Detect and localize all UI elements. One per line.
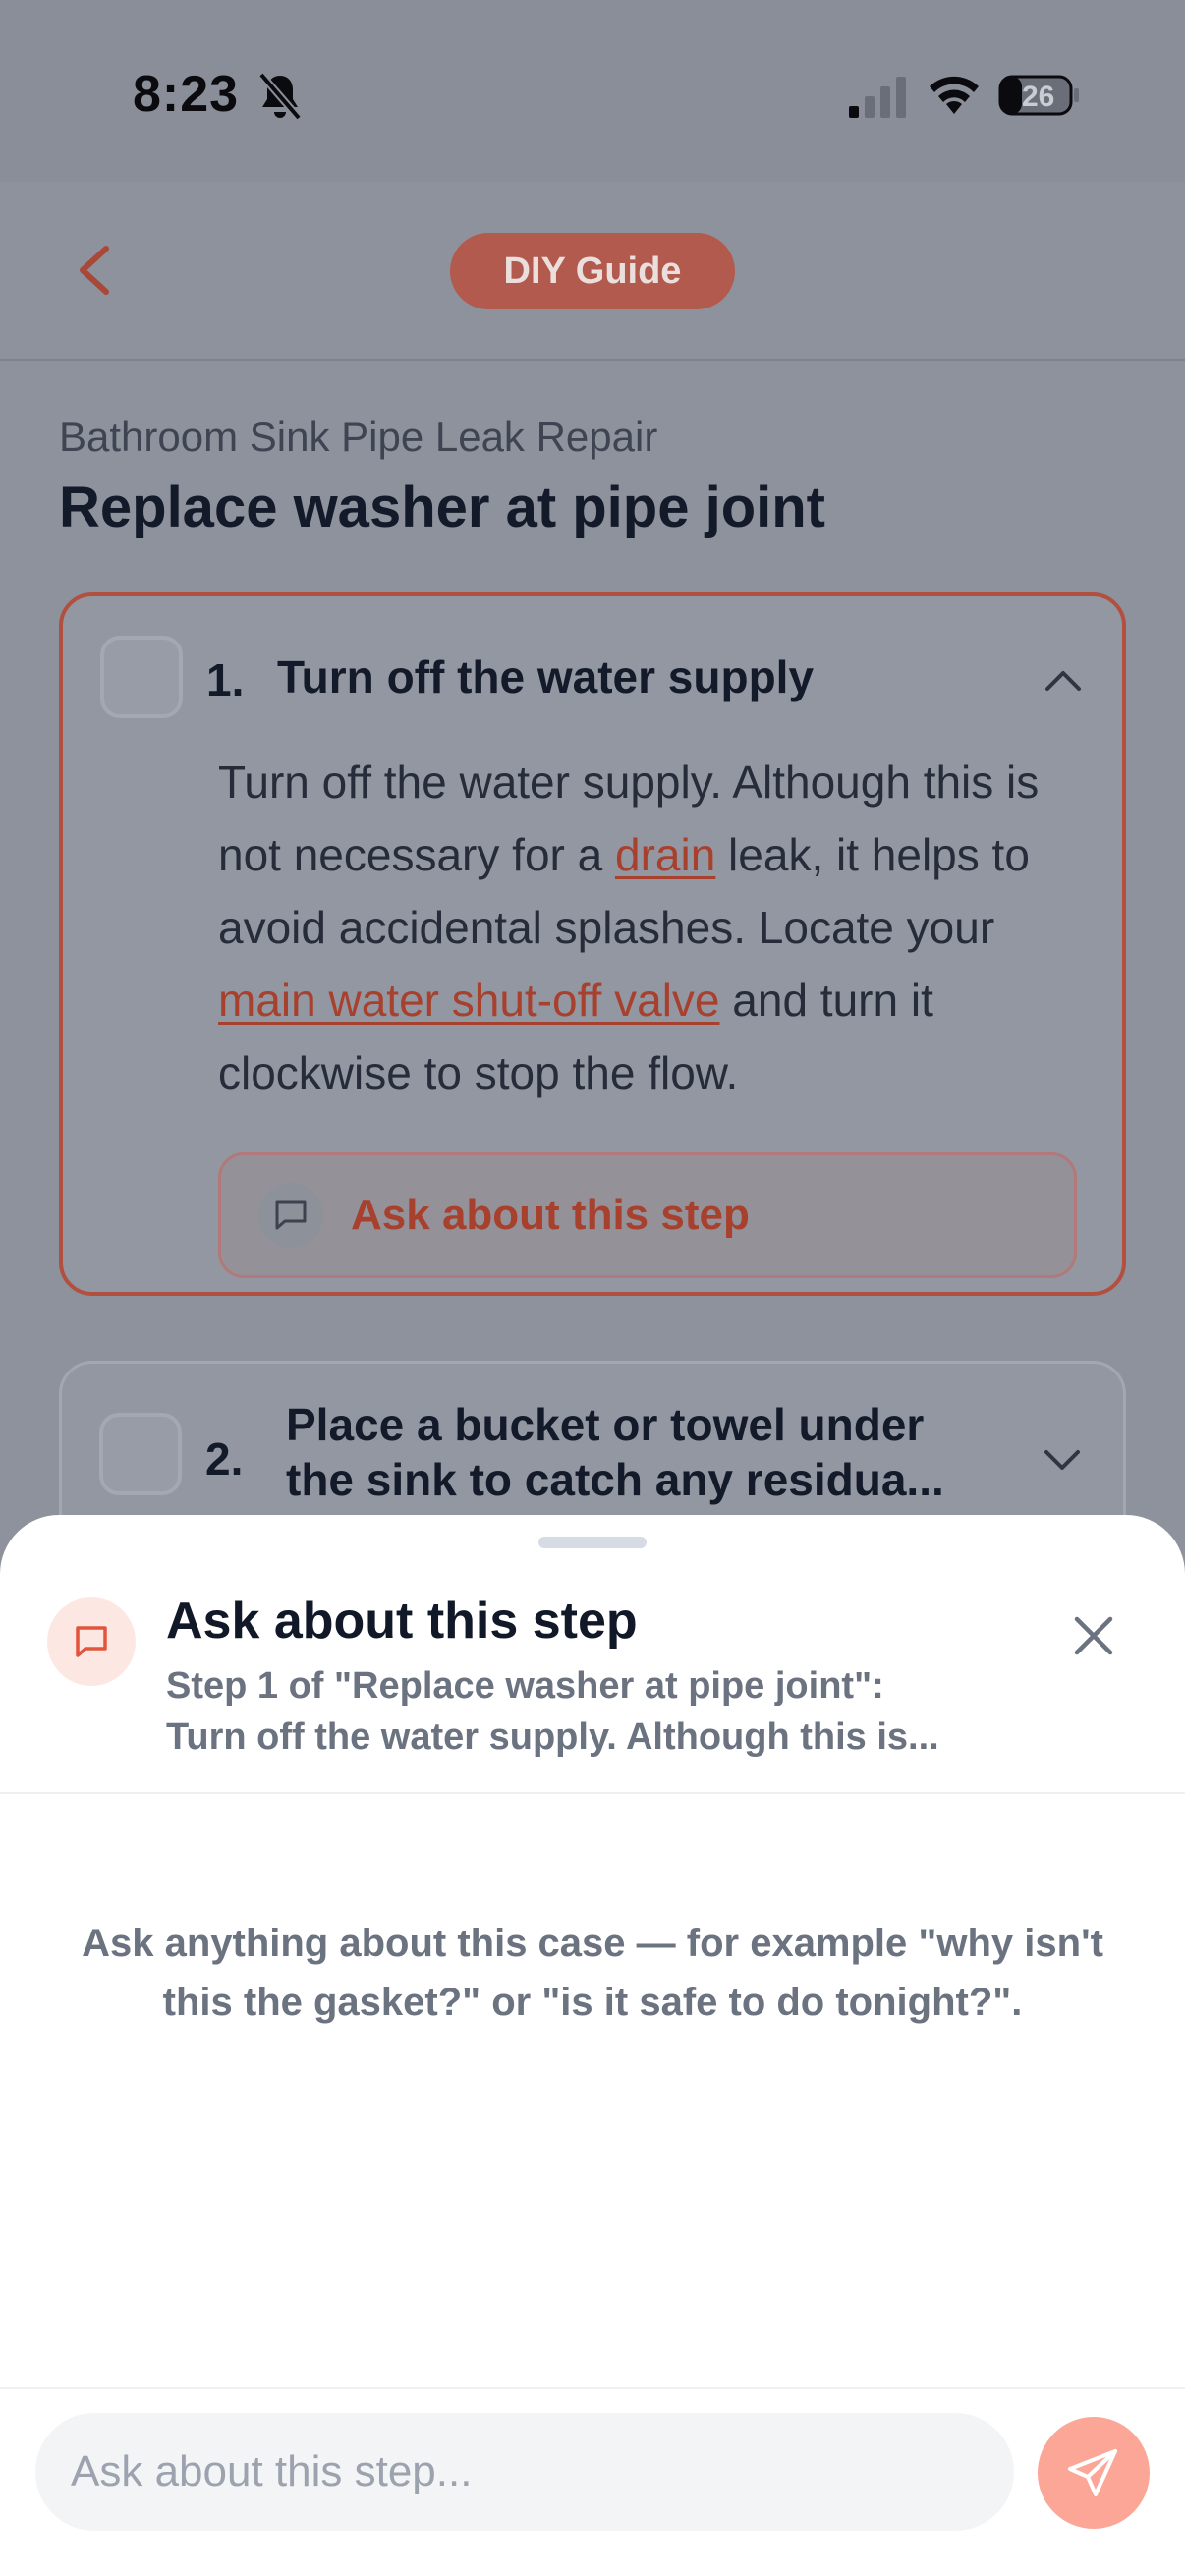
close-icon[interactable] xyxy=(1069,1611,1118,1660)
status-time: 8:23 xyxy=(133,66,240,123)
guide-name: Bathroom Sink Pipe Leak Repair xyxy=(59,414,658,460)
battery-indicator: 26 xyxy=(998,73,1081,118)
send-icon xyxy=(1068,2449,1117,2496)
wifi-icon xyxy=(930,76,979,114)
signal-icon xyxy=(849,77,906,118)
back-button[interactable] xyxy=(69,241,120,300)
question-input[interactable] xyxy=(71,2447,1014,2496)
chevron-up-icon[interactable] xyxy=(1042,665,1085,695)
step-1-body: Turn off the water supply. Although this… xyxy=(218,746,1083,1109)
sheet-title: Ask about this step xyxy=(166,1593,638,1650)
divider xyxy=(0,1792,1185,1794)
step-2-title: Place a bucket or towel under the sink t… xyxy=(286,1397,944,1507)
sheet-subtitle-line: Step 1 of "Replace washer at pipe joint"… xyxy=(166,1665,884,1707)
step-2-number: 2. xyxy=(205,1433,244,1484)
ask-about-step-button[interactable]: Ask about this step xyxy=(218,1152,1077,1278)
guide-content: Bathroom Sink Pipe Leak Repair Replace w… xyxy=(0,361,1185,1557)
bell-slash-icon xyxy=(257,72,303,121)
chevron-down-icon[interactable] xyxy=(1041,1444,1084,1474)
step-card-1[interactable]: 1. Turn off the water supply Turn off th… xyxy=(59,592,1126,1296)
question-input-field[interactable] xyxy=(35,2413,1014,2531)
guide-badge: DIY Guide xyxy=(450,233,735,309)
drain-link[interactable]: drain xyxy=(615,829,715,880)
status-bar: 8:23 26 xyxy=(0,0,1185,182)
ask-about-step-label: Ask about this step xyxy=(351,1191,750,1239)
battery-level: 26 xyxy=(1022,81,1055,113)
divider xyxy=(0,2387,1185,2389)
sheet-subtitle: Step 1 of "Replace washer at pipe joint"… xyxy=(166,1660,1050,1763)
sheet-subtitle-line: Turn off the water supply. Although this… xyxy=(166,1716,939,1758)
ask-sheet: Ask about this step Step 1 of "Replace w… xyxy=(0,1515,1185,2576)
chat-bubble-icon xyxy=(258,1183,323,1248)
step-1-checkbox[interactable] xyxy=(100,636,183,718)
step-2-checkbox[interactable] xyxy=(99,1413,182,1495)
send-button[interactable] xyxy=(1038,2417,1150,2529)
empty-state-hint: Ask anything about this case — for examp… xyxy=(82,1922,1103,2024)
step-1-title: Turn off the water supply xyxy=(277,651,815,702)
step-2-title-line: Place a bucket or towel under xyxy=(286,1399,925,1450)
shutoff-valve-link[interactable]: main water shut-off valve xyxy=(218,975,720,1026)
chat-bubble-icon xyxy=(47,1597,136,1686)
step-2-title-line: the sink to catch any residua... xyxy=(286,1454,944,1505)
step-1-number: 1. xyxy=(206,654,245,705)
sheet-grabber[interactable] xyxy=(538,1537,647,1548)
page-title: Replace washer at pipe joint xyxy=(59,476,825,539)
